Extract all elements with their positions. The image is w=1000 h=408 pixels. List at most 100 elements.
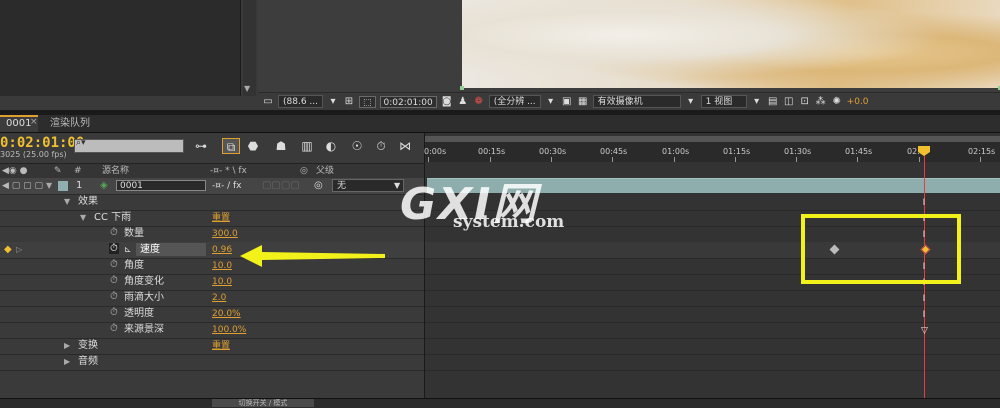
layer-column-header: ◀◉ ● ✎ # 源名称 -¤- * \ fx ◎ 父级 [0,163,424,179]
layer-name[interactable]: 0001 [116,180,206,191]
fast-previews-icon[interactable]: ▣ [561,96,573,108]
effect-row[interactable]: ▼ CC 下雨 重置 [0,210,424,227]
keyframe-marker[interactable]: I [921,198,927,208]
property-value[interactable]: 10.0 [212,274,232,290]
frame-blending-icon[interactable]: ▥ [298,138,316,154]
stopwatch-icon[interactable]: ⏱ [110,259,118,270]
work-area-bar[interactable] [425,136,1000,142]
property-row-amount[interactable]: ⏱ 数量 300.0 [0,226,424,243]
effects-group-row[interactable]: ▼ 效果 [0,194,424,211]
expand-transform-icon[interactable]: ▶ [64,338,70,354]
channel-icon[interactable]: ❁ [473,96,485,108]
flowchart-icon[interactable]: ⁂ [815,96,827,108]
brainstorm-icon[interactable]: ☉ [348,138,366,154]
stopwatch-icon[interactable]: ⏱ [110,307,118,318]
close-icon[interactable]: × [30,117,38,127]
keyframe-marker[interactable]: I [921,310,927,320]
scrollbar[interactable] [243,0,256,96]
safe-margins-icon[interactable]: ⊞ [343,96,355,108]
property-row-angle-variation[interactable]: ⏱ 角度变化 10.0 [0,274,424,291]
camera-select[interactable]: 有效摄像机 [592,95,681,108]
audio-row[interactable]: ▶ 音频 [0,354,424,371]
chevron-down-icon[interactable]: ▾ [545,96,557,108]
highlight-annotation-box [801,214,961,284]
ruler-label: 01:30s [784,147,812,156]
exposure-value[interactable]: +0.0 [847,97,869,107]
hide-shy-layers-icon[interactable]: ☗ [272,138,290,154]
scroll-down-icon[interactable]: ▼ [244,84,250,93]
stopwatch-active-icon[interactable]: ⏱ [109,243,119,254]
graph-icon[interactable]: ⊾ [124,242,132,258]
show-snapshot-icon[interactable]: ♟ [457,96,469,108]
av-features-icon[interactable]: ◀◉ ● [2,164,28,178]
comp-mini-flowchart-icon[interactable]: ⊶ [192,138,210,154]
switch-boxes[interactable]: ▢▢▢▢ [262,178,300,194]
ruler-label: 00:30s [539,147,567,156]
motion-blur-icon[interactable]: ◐ [322,138,340,154]
search-input[interactable] [74,139,184,153]
snapshot-icon[interactable]: ◙ [441,96,453,108]
stopwatch-icon[interactable]: ⏱ [110,275,118,286]
lock-icon[interactable]: ✎ [54,164,62,178]
ruler-label: 00:45s [600,147,628,156]
chevron-down-icon[interactable]: ▾ [685,96,697,108]
chevron-down-icon[interactable]: ▾ [327,96,339,108]
transparency-grid-icon[interactable]: ▦ [577,96,589,108]
stopwatch-icon[interactable]: ⏱ [110,227,118,238]
property-label: 角度变化 [124,276,164,287]
tab-render-queue[interactable]: 渲染队列 [44,115,96,132]
property-value[interactable]: 10.0 [212,258,232,274]
property-value[interactable]: 20.0% [212,306,241,322]
keyframe-nav-diamond-icon[interactable]: ◆ [4,242,12,258]
live-update-icon[interactable]: ⧉ [222,138,240,154]
ruler-tick [796,157,797,162]
comp-flowchart-icon[interactable]: ⊡ [799,96,811,108]
current-time-display[interactable]: 0:02:01:00 [379,95,437,108]
property-value[interactable]: 300.0 [212,226,238,242]
expand-audio-icon[interactable]: ▶ [64,354,70,370]
current-timecode[interactable]: 0:02:01:00 [0,135,84,151]
transform-reset-link[interactable]: 重置 [212,338,230,354]
property-row-opacity[interactable]: ⏱ 透明度 20.0% [0,306,424,323]
property-value[interactable]: 2.0 [212,290,226,306]
effect-reset-link[interactable]: 重置 [212,210,230,226]
timeline-icon[interactable]: ◫ [783,96,795,108]
layer-switches[interactable]: -¤- / fx [212,178,241,194]
draft-3d-icon[interactable]: ⬣ [244,138,262,154]
timeline-row [425,338,1000,355]
keyframe-marker[interactable]: ▽ [921,326,928,336]
always-preview-icon[interactable]: ▭ [262,96,274,108]
stopwatch-icon[interactable]: ⏱ [110,323,118,334]
graph-editor-icon[interactable]: ⋈ [396,138,414,154]
expand-effect-icon[interactable]: ▼ [80,210,86,226]
property-value[interactable]: 0.96 [212,242,232,258]
property-row-source-depth[interactable]: ⏱ 来源景深 100.0% [0,322,424,339]
view-layout-select[interactable]: 1 视图 [700,95,747,108]
transform-label: 变换 [78,340,98,351]
timeline-row [425,322,1000,339]
header-parent-icon: ◎ [300,166,308,176]
expand-layer-icon[interactable]: ▼ [46,178,52,194]
ruler-tick [674,157,675,162]
layer-row[interactable]: ◀ ▢ ▢ ▢ ▼ 1 ◈ 0001 -¤- / fx ▢▢▢▢ ◎ 无 ▼ [0,178,424,195]
property-row-drop-size[interactable]: ⏱ 雨滴大小 2.0 [0,290,424,307]
next-keyframe-icon[interactable]: ▷ [16,242,22,258]
label-color-swatch[interactable] [58,181,68,191]
property-value[interactable]: 100.0% [212,322,246,338]
magnification-select[interactable]: (88.6 ... [278,95,323,108]
region-of-interest-icon[interactable]: ⬚ [359,95,376,108]
av-switches[interactable]: ◀ ▢ ▢ ▢ [2,178,43,194]
property-label: 数量 [124,228,144,239]
toggle-switches-modes-button[interactable]: 切换开关 / 模式 [212,399,314,407]
transform-row[interactable]: ▶ 变换 重置 [0,338,424,355]
chevron-down-icon[interactable]: ▾ [751,96,763,108]
resolution-select[interactable]: (全分辨 ... [488,95,541,108]
pick-whip-icon[interactable]: ◎ [314,178,323,194]
expand-effects-icon[interactable]: ▼ [64,194,70,210]
auto-keyframe-icon[interactable]: ⏱ [372,138,390,154]
header-source-name[interactable]: 源名称 [102,164,129,178]
stopwatch-icon[interactable]: ⏱ [110,291,118,302]
keyframe-marker[interactable]: I [921,294,927,304]
toggle-pixel-aspect-icon[interactable]: ▤ [767,96,779,108]
reset-exposure-icon[interactable]: ✺ [831,96,843,108]
